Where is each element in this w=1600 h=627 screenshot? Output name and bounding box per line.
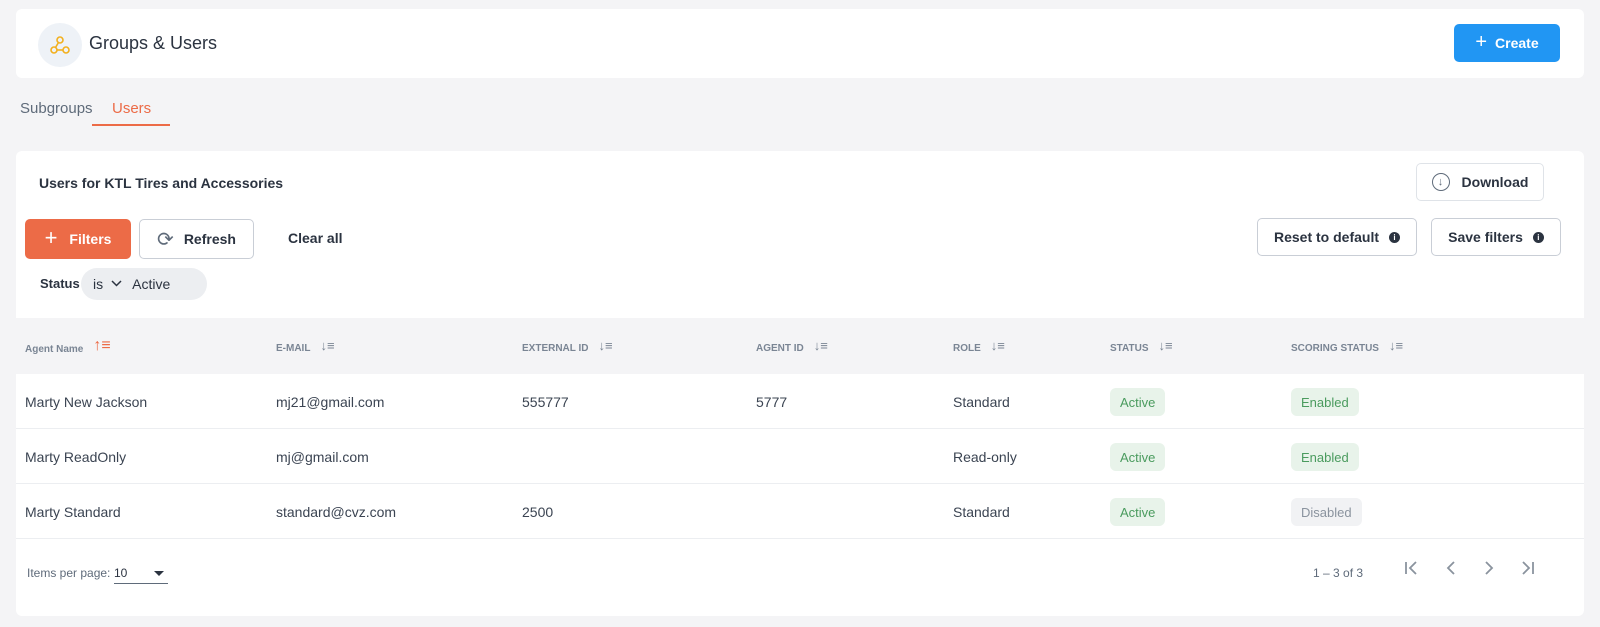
refresh-icon: ⟳ bbox=[157, 228, 174, 251]
column-header-status[interactable]: STATUS ↓≡ bbox=[1110, 338, 1173, 354]
first-page-icon[interactable] bbox=[1403, 559, 1421, 581]
refresh-button-label: Refresh bbox=[183, 231, 236, 247]
status-badge: Active bbox=[1110, 388, 1166, 416]
clear-all-button[interactable]: Clear all bbox=[288, 230, 342, 246]
filter-value: Active bbox=[132, 276, 171, 292]
chevron-down-icon bbox=[111, 278, 122, 290]
status-badge: Active bbox=[1110, 443, 1166, 471]
status-badge: Active bbox=[1110, 498, 1166, 526]
column-header-agent-name[interactable]: Agent Name ↑≡ bbox=[25, 337, 111, 355]
cell-agent-name: Marty New Jackson bbox=[25, 394, 148, 410]
sort-icon[interactable]: ↓≡ bbox=[991, 338, 1005, 353]
filters-button[interactable]: + Filters bbox=[25, 219, 131, 259]
page-range-label: 1 – 3 of 3 bbox=[1313, 566, 1364, 580]
column-header-scoring-status[interactable]: SCORING STATUS ↓≡ bbox=[1291, 338, 1403, 354]
column-header-email[interactable]: E-MAIL ↓≡ bbox=[276, 338, 335, 354]
sort-icon[interactable]: ↓≡ bbox=[320, 338, 334, 353]
tab-bar: Subgroups Users bbox=[16, 96, 170, 126]
cell-role: Standard bbox=[953, 394, 1010, 410]
page-title: Groups & Users bbox=[89, 33, 218, 53]
users-card: Users for KTL Tires and Accessories ↓ Do… bbox=[16, 151, 1584, 616]
refresh-button[interactable]: ⟳ Refresh bbox=[139, 219, 254, 259]
create-button-label: Create bbox=[1495, 35, 1539, 51]
cell-external-id: 555777 bbox=[522, 394, 569, 410]
section-title: Users for KTL Tires and Accessories bbox=[39, 175, 284, 191]
info-icon: i bbox=[1532, 231, 1544, 243]
next-page-icon[interactable] bbox=[1480, 559, 1498, 581]
download-button[interactable]: ↓ Download bbox=[1416, 163, 1544, 201]
cell-email: standard@cvz.com bbox=[276, 504, 397, 520]
download-button-label: Download bbox=[1461, 174, 1529, 190]
sort-icon[interactable]: ↓≡ bbox=[1159, 338, 1173, 353]
items-per-page-value: 10 bbox=[114, 566, 128, 580]
reset-button-label: Reset to default bbox=[1273, 229, 1379, 245]
cell-agent-name: Marty ReadOnly bbox=[25, 449, 127, 465]
cell-role: Read-only bbox=[953, 449, 1017, 465]
cell-email: mj@gmail.com bbox=[276, 449, 369, 465]
cell-role: Standard bbox=[953, 504, 1010, 520]
create-button[interactable]: + Create bbox=[1454, 24, 1560, 62]
items-per-page-label: Items per page: bbox=[27, 566, 111, 580]
plus-icon: + bbox=[1475, 31, 1488, 53]
column-label: EXTERNAL ID bbox=[522, 343, 589, 354]
plus-icon: + bbox=[44, 225, 58, 250]
column-header-agent-id[interactable]: AGENT ID ↓≡ bbox=[756, 338, 828, 354]
header-card: Groups & Users + Create bbox=[16, 9, 1584, 78]
cell-agent-id: 5777 bbox=[756, 394, 788, 410]
tab-subgroups[interactable]: Subgroups bbox=[16, 96, 93, 126]
column-label: STATUS bbox=[1110, 343, 1149, 354]
cell-email: mj21@gmail.com bbox=[276, 394, 385, 410]
reset-to-default-button[interactable]: Reset to default i bbox=[1257, 218, 1417, 256]
download-icon: ↓ bbox=[1431, 173, 1450, 191]
pagination-footer: Items per page: 10 1 – 3 of 3 bbox=[16, 541, 1584, 601]
table-row[interactable]: Marty Standard standard@cvz.com 2500 Sta… bbox=[16, 484, 1584, 539]
column-label: Agent Name bbox=[25, 343, 84, 355]
column-header-external-id[interactable]: EXTERNAL ID ↓≡ bbox=[522, 338, 613, 354]
cell-agent-name: Marty Standard bbox=[25, 504, 121, 520]
info-icon: i bbox=[1389, 231, 1400, 243]
column-header-role[interactable]: ROLE ↓≡ bbox=[953, 338, 1005, 354]
sort-icon[interactable]: ↓≡ bbox=[1389, 338, 1403, 353]
table-row[interactable]: Marty New Jackson mj21@gmail.com 555777 … bbox=[16, 374, 1584, 429]
filter-operator: is bbox=[93, 276, 104, 292]
save-filters-label: Save filters bbox=[1448, 229, 1523, 245]
sort-icon[interactable]: ↓≡ bbox=[599, 338, 613, 353]
scoring-status-badge: Enabled bbox=[1291, 388, 1359, 416]
column-label: AGENT ID bbox=[756, 343, 804, 354]
last-page-icon[interactable] bbox=[1518, 559, 1536, 581]
items-per-page-select[interactable]: 10 bbox=[114, 560, 168, 584]
sort-ascending-icon[interactable]: ↑≡ bbox=[93, 337, 110, 355]
column-label: E-MAIL bbox=[276, 343, 311, 354]
groups-icon bbox=[38, 23, 82, 67]
scoring-status-badge: Disabled bbox=[1291, 498, 1362, 526]
users-table: Agent Name ↑≡ E-MAIL ↓≡ EXTERNAL ID ↓≡ A… bbox=[16, 318, 1584, 539]
tab-users[interactable]: Users bbox=[92, 96, 170, 126]
column-label: SCORING STATUS bbox=[1291, 343, 1379, 354]
filter-field-label: Status bbox=[40, 276, 80, 291]
cell-external-id: 2500 bbox=[522, 504, 554, 520]
scoring-status-badge: Enabled bbox=[1291, 443, 1359, 471]
save-filters-button[interactable]: Save filters i bbox=[1431, 218, 1561, 256]
dropdown-caret-icon bbox=[154, 571, 164, 576]
status-filter-chip[interactable]: is Active bbox=[81, 268, 207, 300]
table-row[interactable]: Marty ReadOnly mj@gmail.com Read-only Ac… bbox=[16, 429, 1584, 484]
column-label: ROLE bbox=[953, 343, 981, 354]
table-header: Agent Name ↑≡ E-MAIL ↓≡ EXTERNAL ID ↓≡ A… bbox=[16, 318, 1584, 374]
sort-icon[interactable]: ↓≡ bbox=[814, 338, 828, 353]
filters-button-label: Filters bbox=[69, 231, 112, 247]
previous-page-icon[interactable] bbox=[1442, 559, 1460, 581]
